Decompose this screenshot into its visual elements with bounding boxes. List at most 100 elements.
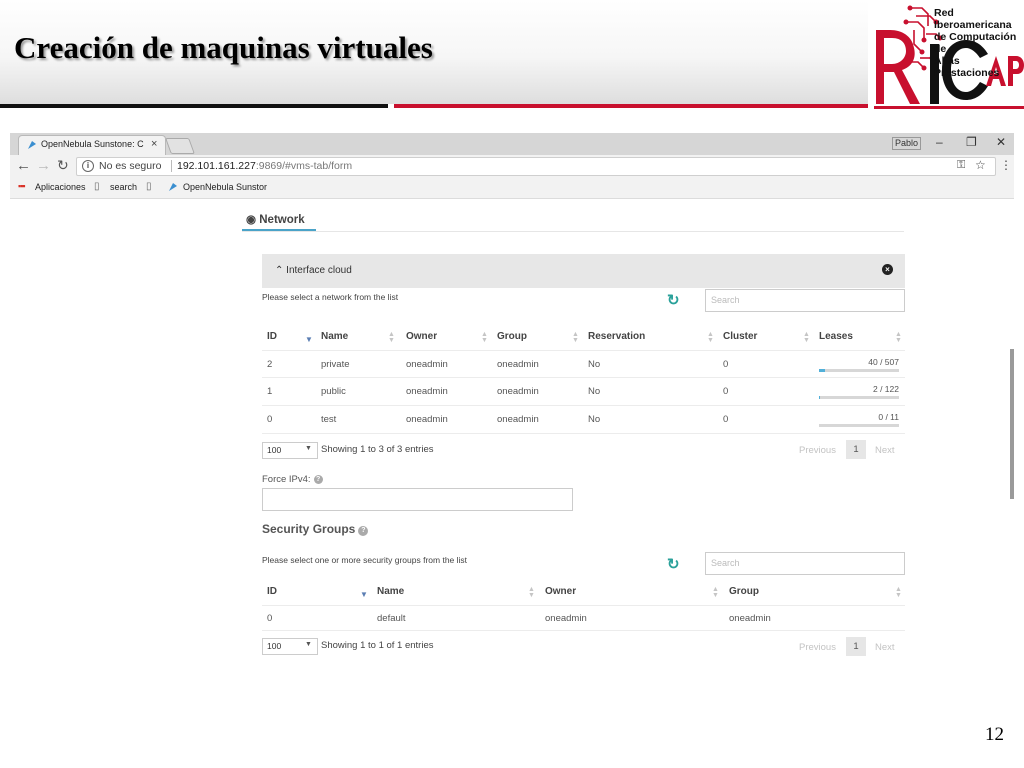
leases-bar-fill [819, 369, 826, 372]
col-reservation[interactable]: Reservation [588, 331, 645, 342]
sort-icon[interactable]: ▲ ▼ [895, 586, 902, 599]
back-icon[interactable]: ← [16, 157, 31, 174]
security-groups-title: Security Groups? [262, 522, 369, 536]
page-scrollbar-thumb[interactable] [1010, 349, 1014, 499]
cell-id: 2 [267, 359, 273, 370]
security-groups-current-page[interactable]: 1 [846, 637, 866, 656]
browser-menu-icon[interactable]: ⋮ [1000, 158, 1012, 172]
cell-reservation: No [588, 386, 601, 397]
logo-text-line: de Computación de [934, 31, 1017, 55]
network-next-button[interactable]: Next [875, 445, 895, 456]
refresh-networks-icon[interactable]: ↻ [667, 291, 680, 309]
cell-owner: oneadmin [545, 613, 587, 624]
cell-owner: oneadmin [406, 414, 448, 425]
reload-icon[interactable]: ↻ [57, 157, 69, 174]
network-page-length-select[interactable]: 100 ▼ [262, 442, 318, 459]
logo-text: Red Iberoamericana de Computación de Alt… [934, 7, 1024, 79]
force-ipv4-label-text: Force IPv4: [262, 474, 311, 485]
col-leases[interactable]: Leases [819, 331, 853, 342]
col-id[interactable]: ID [267, 331, 277, 342]
cell-group: oneadmin [497, 359, 539, 370]
cell-cluster: 0 [723, 386, 729, 397]
row-divider [262, 630, 905, 631]
col-group[interactable]: Group [497, 331, 527, 342]
sort-icon[interactable]: ▲ ▼ [481, 331, 488, 344]
sort-icon[interactable]: ▲ ▼ [388, 331, 395, 344]
page-length-value: 100 [267, 641, 282, 651]
opennebula-icon [28, 141, 36, 149]
sg-col-name[interactable]: Name [377, 586, 404, 597]
bookmarks-bar: ▪▪▪ Aplicaciones ▯ search ▯ OpenNebula S… [10, 178, 1014, 199]
header-rule-black [0, 104, 388, 108]
close-window-icon[interactable]: ✕ [996, 135, 1006, 149]
security-groups-next-button[interactable]: Next [875, 642, 895, 653]
browser-tab[interactable]: OpenNebula Sunstone: C × [18, 135, 166, 156]
force-ipv4-input[interactable] [262, 488, 573, 511]
security-groups-page-length-select[interactable]: 100 ▼ [262, 638, 318, 655]
new-tab-button[interactable] [165, 138, 195, 154]
cell-id: 0 [267, 613, 273, 624]
slide-page-number: 12 [985, 724, 1004, 745]
sort-icon[interactable]: ▲ ▼ [572, 331, 579, 344]
sort-icon[interactable]: ▲ ▼ [528, 586, 535, 599]
sort-icon[interactable]: ▲ ▼ [895, 331, 902, 344]
leases-bar [819, 424, 899, 427]
security-label: No es seguro [99, 160, 162, 172]
network-prev-button[interactable]: Previous [799, 445, 836, 456]
logo-text-line: Red Iberoamericana [934, 7, 1012, 31]
close-tab-icon[interactable]: × [151, 138, 157, 150]
col-cluster[interactable]: Cluster [723, 331, 757, 342]
row-divider [262, 433, 905, 434]
interface-title-text: Interface cloud [286, 265, 352, 276]
sg-col-id[interactable]: ID [267, 586, 277, 597]
bookmark-apps[interactable]: Aplicaciones [35, 182, 86, 192]
window-user-badge[interactable]: Pablo [892, 137, 922, 150]
key-icon[interactable]: ⚿ [957, 159, 965, 172]
bookmark-opennebula[interactable]: OpenNebula Sunstor [183, 182, 267, 192]
cell-owner: oneadmin [406, 359, 448, 370]
tab-network[interactable]: ◉ Network [246, 212, 305, 226]
sort-icon[interactable]: ▲ ▼ [707, 331, 714, 344]
cell-name: public [321, 386, 346, 397]
sort-icon[interactable]: ▲ ▼ [803, 331, 810, 344]
row-divider [262, 405, 905, 406]
cell-group: oneadmin [497, 386, 539, 397]
col-name[interactable]: Name [321, 331, 348, 342]
url-text[interactable]: 192.101.161.227:9869/#vms-tab/form [177, 160, 352, 172]
col-owner[interactable]: Owner [406, 331, 437, 342]
address-bar[interactable]: i No es seguro 192.101.161.227:9869/#vms… [76, 157, 996, 176]
security-groups-prev-button[interactable]: Previous [799, 642, 836, 653]
bookmark-star-icon[interactable]: ☆ [975, 158, 986, 172]
page-length-value: 100 [267, 445, 282, 455]
logo-text-line: Altas Prestaciones [934, 55, 1000, 79]
info-icon[interactable]: i [82, 160, 94, 172]
refresh-security-groups-icon[interactable]: ↻ [667, 555, 680, 573]
sort-desc-icon[interactable]: ▼ [360, 590, 368, 599]
help-icon[interactable]: ? [313, 475, 323, 484]
sg-col-owner[interactable]: Owner [545, 586, 576, 597]
sort-desc-icon[interactable]: ▼ [305, 335, 313, 344]
network-search-input[interactable]: Search [705, 289, 905, 312]
cell-leases: 40 / 507 [868, 357, 899, 367]
apps-grid-icon: ▪▪▪ [18, 181, 26, 191]
address-separator [171, 160, 172, 172]
cell-cluster: 0 [723, 414, 729, 425]
cell-cluster: 0 [723, 359, 729, 370]
page-icon: ▯ [94, 181, 100, 192]
leases-bar [819, 396, 899, 399]
maximize-icon[interactable]: ❐ [966, 135, 977, 149]
security-groups-search-input[interactable]: Search [705, 552, 905, 575]
interface-panel-header[interactable]: ⌃ Interface cloud × [262, 254, 905, 288]
chevron-up-icon: ⌃ [275, 265, 284, 276]
network-current-page[interactable]: 1 [846, 440, 866, 459]
forward-icon[interactable]: → [36, 157, 51, 174]
sort-icon[interactable]: ▲ ▼ [712, 586, 719, 599]
help-icon[interactable]: ? [358, 526, 369, 536]
remove-interface-icon[interactable]: × [882, 264, 893, 275]
slide-title: Creación de maquinas virtuales [14, 30, 433, 65]
tab-divider [242, 231, 904, 232]
cell-id: 0 [267, 414, 273, 425]
bookmark-search[interactable]: search [110, 182, 137, 192]
sg-col-group[interactable]: Group [729, 586, 759, 597]
minimize-icon[interactable]: – [936, 135, 943, 149]
